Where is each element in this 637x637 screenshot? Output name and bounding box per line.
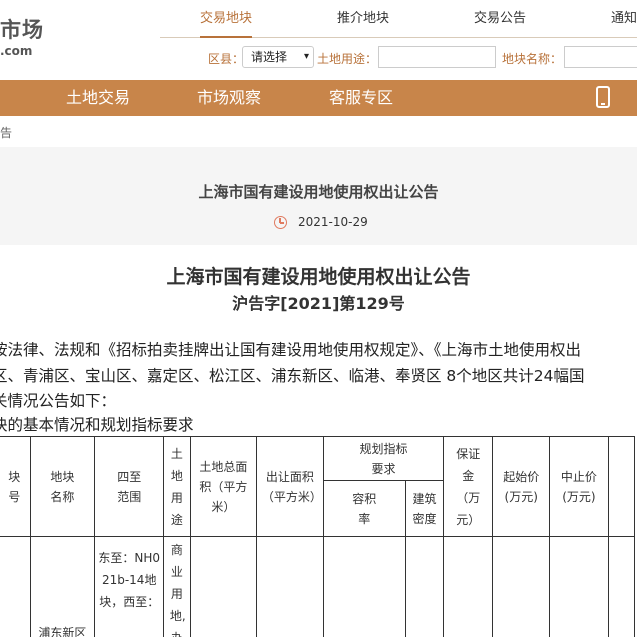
body-line-2: 区、青浦区、宝山区、嘉定区、松江区、浦东新区、临港、奉贤区 8个地区共计24幅国 — [0, 367, 585, 385]
body-line-1: 按法律、法规和《招标拍卖挂牌出让国有建设用地使用权规定》、《上海市土地使用权出 — [0, 341, 582, 359]
search-filters: 区县： 请选择 ▾ 土地用途： 地块名称： — [200, 46, 637, 70]
tab-transaction-notices[interactable]: 交易公告 — [474, 0, 526, 38]
header-plot-ratio: 容积率 — [322, 480, 406, 537]
district-select[interactable]: 请选择 ▾ — [242, 46, 314, 68]
cell-more — [607, 536, 636, 637]
cell-total-area — [189, 536, 258, 637]
cell-land-use: 商业用地,办 — [163, 536, 191, 637]
plot-table: 块号 地块名称 四至范围 土地用途 土地总面积（平方米） 出让面积（平方米） 规… — [0, 436, 636, 637]
tab-transaction-plots[interactable]: 交易地块 — [200, 0, 253, 38]
breadcrumb[interactable]: 告 — [0, 124, 12, 141]
header-building-density: 建筑密度 — [404, 480, 445, 537]
top-tabs: 交易地块 推介地块 交易公告 通知 — [160, 0, 637, 38]
cell-plot-name: 浦东新区 — [29, 536, 96, 637]
notice-band-title: 上海市国有建设用地使用权出让公告 — [198, 183, 439, 201]
header-transfer-area: 出让面积（平方米） — [256, 436, 324, 537]
table-row: 浦东新区 东至：NH021b-14地块，西至： 商业用地,办 — [0, 536, 636, 637]
nav-land-trading[interactable]: 土地交易 — [66, 80, 130, 116]
cell-boundaries: 东至：NH021b-14地块，西至： — [94, 536, 165, 637]
publish-date-text: 2021-10-29 — [298, 215, 368, 229]
header-land-use: 土地用途 — [163, 436, 191, 537]
tab-promoted-plots[interactable]: 推介地块 — [337, 0, 389, 38]
header-starting-price: 起始价(万元) — [492, 436, 551, 537]
header-boundaries: 四至范围 — [94, 436, 165, 537]
logo-text: 市场 — [0, 18, 44, 42]
header-more — [607, 436, 636, 537]
header-planning-indicators: 规划指标要求 — [322, 436, 445, 481]
plot-name-label: 地块名称： — [502, 52, 563, 66]
site-logo[interactable]: 市场 .com — [0, 10, 60, 60]
clock-icon — [274, 216, 287, 229]
document-number: 沪告字[2021]第129号 — [232, 294, 405, 313]
nav-customer-service[interactable]: 客服专区 — [329, 80, 393, 116]
cell-plot-ratio — [322, 536, 406, 637]
nav-market-watch[interactable]: 市场观察 — [197, 80, 261, 116]
cell-plot-number — [0, 536, 31, 637]
cell-starting-price — [492, 536, 551, 637]
header-deposit: 保证金（万元） — [443, 436, 494, 537]
main-nav: 土地交易 市场观察 客服专区 — [0, 80, 637, 116]
cell-deposit — [443, 536, 494, 637]
document-title: 上海市国有建设用地使用权出让公告 — [166, 266, 471, 288]
cell-building-density — [404, 536, 445, 637]
header-stop-price: 中止价(万元) — [549, 436, 609, 537]
notice-header-band: 上海市国有建设用地使用权出让公告 2021-10-29 — [0, 147, 637, 245]
logo-domain: .com — [0, 44, 33, 58]
cell-transfer-area — [256, 536, 324, 637]
tab-notifications[interactable]: 通知 — [611, 0, 637, 38]
chevron-down-icon: ▾ — [303, 51, 309, 62]
plot-name-input[interactable] — [564, 46, 637, 68]
land-use-input[interactable] — [378, 46, 496, 68]
land-use-label: 土地用途： — [317, 52, 378, 66]
cell-stop-price — [549, 536, 609, 637]
district-label: 区县： — [208, 52, 245, 66]
body-line-3: 关情况公告如下： — [0, 392, 117, 410]
section-heading: 块的基本情况和规划指标要求 — [0, 416, 194, 434]
header-plot-name: 地块名称 — [29, 436, 96, 537]
header-plot-number: 块号 — [0, 436, 31, 537]
district-select-value: 请选择 — [251, 50, 288, 64]
header-total-area: 土地总面积（平方米） — [189, 436, 258, 537]
mobile-phone-icon[interactable] — [596, 86, 610, 108]
